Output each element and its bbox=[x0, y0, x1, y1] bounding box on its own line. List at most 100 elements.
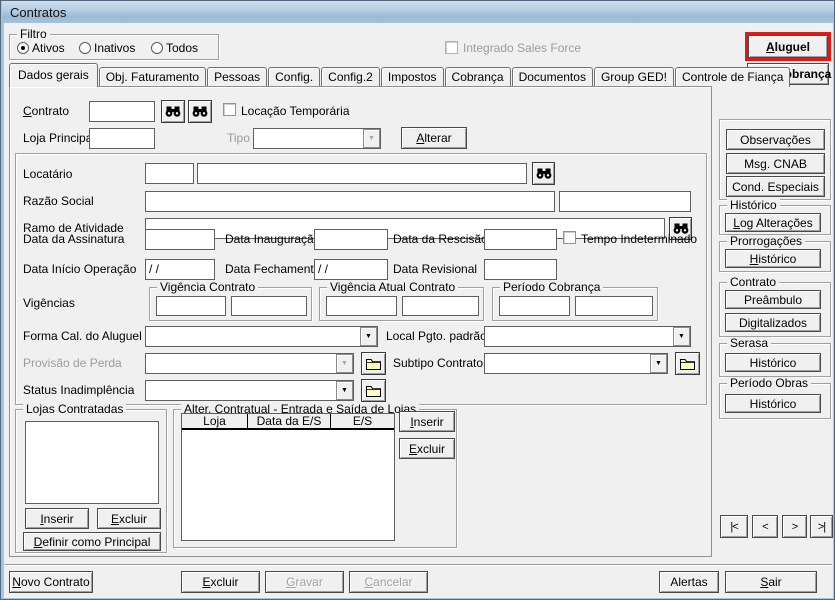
binoculars-icon bbox=[165, 106, 181, 117]
data-revisional-label: Data Revisional bbox=[393, 262, 478, 276]
prorrogacoes-historico-button[interactable]: Histórico bbox=[725, 249, 821, 268]
forma-cal-select[interactable]: ▼ bbox=[145, 326, 378, 347]
vigencia-contrato-inicio-input[interactable] bbox=[156, 296, 226, 316]
serasa-historico-button[interactable]: Histórico bbox=[725, 353, 821, 372]
tab-config[interactable]: Config. bbox=[268, 67, 321, 87]
provisao-perda-select: ▼ bbox=[145, 353, 354, 374]
chevron-down-icon[interactable]: ▼ bbox=[336, 381, 353, 400]
last-record-icon: >| bbox=[817, 520, 826, 533]
tab-obj-faturamento[interactable]: Obj. Faturamento bbox=[98, 67, 207, 87]
radio-todos-label[interactable]: Todos bbox=[166, 42, 198, 55]
forma-cal-label: Forma Cal. do Aluguel bbox=[23, 329, 142, 343]
tab-pessoas[interactable]: Pessoas bbox=[207, 67, 268, 87]
data-rescisao-input[interactable] bbox=[484, 229, 557, 250]
locatario-nome-input[interactable] bbox=[197, 163, 527, 184]
contrato-search-button[interactable] bbox=[161, 100, 185, 123]
razao-social-input[interactable] bbox=[145, 191, 555, 212]
alteracao-excluir-button[interactable]: Excluir bbox=[399, 438, 455, 459]
novo-contrato-button[interactable]: Novo Contrato bbox=[9, 571, 93, 593]
observacoes-button[interactable]: Observações bbox=[726, 129, 825, 150]
cancelar-button: Cancelar bbox=[349, 571, 428, 593]
chevron-down-icon[interactable]: ▼ bbox=[650, 354, 667, 373]
nav-next-button[interactable]: > bbox=[782, 515, 807, 538]
tab-controle-fianca[interactable]: Controle de Fiança bbox=[674, 67, 791, 87]
log-alteracoes-button[interactable]: Log Alterações bbox=[725, 213, 821, 232]
local-pgto-select[interactable]: ▼ bbox=[484, 326, 691, 347]
sair-button[interactable]: Sair bbox=[725, 571, 817, 593]
status-inadimplencia-folder-button[interactable] bbox=[361, 379, 386, 402]
chevron-down-icon[interactable]: ▼ bbox=[673, 327, 690, 346]
preambulo-button[interactable]: Preâmbulo bbox=[725, 290, 821, 309]
tab-impostos[interactable]: Impostos bbox=[380, 67, 444, 87]
data-inauguracao-input[interactable] bbox=[314, 229, 388, 250]
status-inadimplencia-select[interactable]: ▼ bbox=[145, 380, 354, 401]
status-inadimplencia-label: Status Inadimplência bbox=[23, 383, 135, 397]
subtipo-contrato-folder-button[interactable] bbox=[675, 352, 700, 375]
definir-principal-button[interactable]: Definir como Principal bbox=[23, 532, 161, 551]
grid-header: Loja Data da E/S E/S bbox=[182, 414, 394, 430]
data-fechamento-input[interactable]: / / bbox=[314, 259, 388, 280]
window-title: Contratos bbox=[10, 4, 67, 20]
radio-ativos[interactable] bbox=[17, 42, 29, 54]
entrada-saida-grid[interactable]: Loja Data da E/S E/S bbox=[181, 413, 395, 541]
prorrogacoes-legend: Prorrogações bbox=[727, 235, 806, 248]
next-record-icon: > bbox=[791, 520, 799, 533]
lojas-excluir-button[interactable]: Excluir bbox=[97, 508, 161, 529]
radio-ativos-label[interactable]: Ativos bbox=[32, 42, 65, 55]
tempo-indeterminado-checkbox[interactable] bbox=[563, 231, 576, 244]
nav-first-button[interactable]: |< bbox=[720, 515, 748, 538]
data-inicio-operacao-input[interactable]: / / bbox=[145, 259, 215, 280]
periodo-cobranca-fim-input[interactable] bbox=[575, 296, 653, 316]
locacao-temporaria-checkbox[interactable] bbox=[223, 103, 236, 116]
nav-prev-button[interactable]: < bbox=[752, 515, 778, 538]
radio-inativos[interactable] bbox=[79, 42, 91, 54]
tab-cobranca[interactable]: Cobrança bbox=[444, 67, 511, 87]
aluguel-button[interactable]: Aluguel bbox=[748, 35, 828, 58]
msg-cnab-button[interactable]: Msg. CNAB bbox=[726, 153, 825, 174]
data-rescisao-label: Data da Rescisão bbox=[393, 232, 488, 246]
local-pgto-label: Local Pgto. padrão bbox=[386, 329, 487, 343]
provisao-perda-folder-button[interactable] bbox=[361, 352, 386, 375]
alterar-button[interactable]: Alterar bbox=[401, 127, 467, 149]
cond-especiais-button[interactable]: Cond. Especiais bbox=[726, 176, 825, 197]
contrato-input[interactable] bbox=[89, 101, 155, 122]
tab-dados-gerais[interactable]: Dados gerais bbox=[9, 63, 98, 87]
vigencia-atual-legend: Vigência Atual Contrato bbox=[327, 281, 459, 294]
tab-config2[interactable]: Config.2 bbox=[321, 67, 380, 87]
contrato-label: Contrato bbox=[23, 104, 70, 118]
vigencia-atual-fim-input[interactable] bbox=[402, 296, 479, 316]
radio-inativos-label[interactable]: Inativos bbox=[94, 42, 135, 55]
col-loja: Loja bbox=[182, 414, 248, 428]
tab-strip: Dados gerais Obj. Faturamento Pessoas Co… bbox=[9, 63, 791, 87]
razao-social-extra-input[interactable] bbox=[559, 191, 691, 212]
excluir-button[interactable]: Excluir bbox=[181, 571, 260, 593]
title-bar: Contratos bbox=[2, 1, 834, 23]
locatario-codigo-input[interactable] bbox=[145, 163, 194, 184]
tab-group-ged[interactable]: Group GED! bbox=[593, 67, 674, 87]
vigencias-label: Vigências bbox=[23, 296, 75, 310]
periodo-cobranca-inicio-input[interactable] bbox=[499, 296, 570, 316]
periodo-obras-historico-button[interactable]: Histórico bbox=[725, 394, 821, 413]
subtipo-contrato-select[interactable]: ▼ bbox=[484, 353, 668, 374]
loja-principal-input[interactable] bbox=[89, 128, 155, 149]
serasa-legend: Serasa bbox=[727, 337, 772, 350]
lojas-listbox[interactable] bbox=[25, 421, 159, 504]
chevron-down-icon[interactable]: ▼ bbox=[360, 327, 377, 346]
folder-icon bbox=[366, 385, 381, 397]
data-inicio-operacao-label: Data Início Operação bbox=[23, 262, 137, 276]
vigencia-contrato-fim-input[interactable] bbox=[231, 296, 307, 316]
lojas-inserir-button[interactable]: Inserir bbox=[25, 508, 89, 529]
alteracao-inserir-button[interactable]: Inserir bbox=[399, 411, 455, 432]
radio-todos[interactable] bbox=[151, 42, 163, 54]
data-revisional-input[interactable] bbox=[484, 259, 557, 280]
contrato-search-alt-button[interactable] bbox=[188, 100, 212, 123]
integrado-salesforce-checkbox bbox=[445, 41, 458, 54]
locatario-search-button[interactable] bbox=[532, 162, 555, 185]
nav-last-button[interactable]: >| bbox=[810, 515, 833, 538]
alertas-button[interactable]: Alertas bbox=[659, 571, 719, 593]
tab-documentos[interactable]: Documentos bbox=[511, 67, 593, 87]
digitalizados-button[interactable]: Digitalizados bbox=[725, 313, 821, 332]
tipo-label: Tipo bbox=[227, 131, 250, 145]
data-assinatura-input[interactable] bbox=[145, 229, 215, 250]
vigencia-atual-inicio-input[interactable] bbox=[326, 296, 397, 316]
